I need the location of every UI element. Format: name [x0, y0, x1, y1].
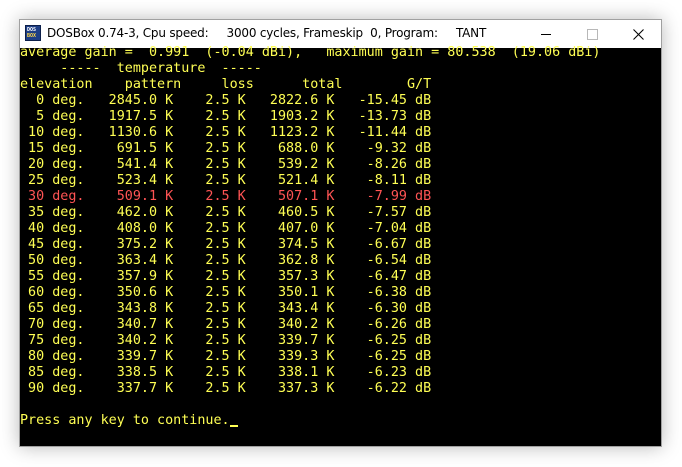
- close-icon: [633, 29, 644, 40]
- table-row: 35 deg. 462.0 K 2.5 K 460.5 K -7.57 dB: [20, 205, 432, 220]
- maximize-button[interactable]: [569, 20, 615, 48]
- close-button[interactable]: [615, 20, 661, 48]
- table-row: 60 deg. 350.6 K 2.5 K 350.1 K -6.38 dB: [20, 285, 432, 300]
- dosbox-window[interactable]: DOS BOX DOSBox 0.74-3, Cpu speed: 3000 c…: [19, 19, 662, 447]
- table-row: 55 deg. 357.9 K 2.5 K 357.3 K -6.47 dB: [20, 269, 432, 284]
- table-row: 25 deg. 523.4 K 2.5 K 521.4 K -8.11 dB: [20, 173, 432, 188]
- continue-prompt-line: Press any key to continue.: [20, 413, 238, 429]
- title-cycles: 3000 cycles, Frameskip 0, Program:: [226, 26, 439, 40]
- table-row: 5 deg. 1917.5 K 2.5 K 1903.2 K -13.73 dB: [20, 109, 432, 124]
- column-header: elevation pattern loss total G/T: [20, 77, 432, 92]
- dosbox-icon[interactable]: DOS BOX: [25, 25, 41, 41]
- table-row: 70 deg. 340.7 K 2.5 K 340.2 K -6.26 dB: [20, 317, 432, 332]
- table-row: 45 deg. 375.2 K 2.5 K 374.5 K -6.67 dB: [20, 237, 432, 252]
- table-row: 85 deg. 338.5 K 2.5 K 338.1 K -6.23 dB: [20, 365, 432, 380]
- minimize-button[interactable]: [523, 20, 569, 48]
- summary-line: average gain = 0.991 (-0.04 dBi), maximu…: [20, 45, 601, 60]
- title-bar[interactable]: DOS BOX DOSBox 0.74-3, Cpu speed: 3000 c…: [20, 20, 661, 48]
- table-row: 65 deg. 343.8 K 2.5 K 343.4 K -6.30 dB: [20, 301, 432, 316]
- title-program: TANT: [455, 26, 487, 40]
- table-row: 80 deg. 339.7 K 2.5 K 339.3 K -6.25 dB: [20, 349, 432, 364]
- table-row: 10 deg. 1130.6 K 2.5 K 1123.2 K -11.44 d…: [20, 125, 432, 140]
- table-row: 0 deg. 2845.0 K 2.5 K 2822.6 K -15.45 dB: [20, 93, 432, 108]
- title-app-name: DOSBox 0.74-3, Cpu speed:: [47, 26, 209, 40]
- continue-prompt: Press any key to continue.: [20, 413, 230, 428]
- table-row: 50 deg. 363.4 K 2.5 K 362.8 K -6.54 dB: [20, 253, 432, 268]
- maximize-icon: [587, 29, 598, 40]
- table-row: 40 deg. 408.0 K 2.5 K 407.0 K -7.04 dB: [20, 221, 432, 236]
- window-title: DOSBox 0.74-3, Cpu speed: 3000 cycles, F…: [47, 26, 486, 40]
- table-row: 90 deg. 337.7 K 2.5 K 337.3 K -6.22 dB: [20, 381, 432, 396]
- dosbox-icon-bottom-text: BOX: [27, 33, 37, 39]
- table-row: 20 deg. 541.4 K 2.5 K 539.2 K -8.26 dB: [20, 157, 432, 172]
- text-cursor: [229, 425, 238, 427]
- temperature-group-header: ----- temperature -----: [20, 61, 262, 76]
- table-row: 75 deg. 340.2 K 2.5 K 339.7 K -6.25 dB: [20, 333, 432, 348]
- dos-console-screen[interactable]: average gain = 0.991 (-0.04 dBi), maximu…: [20, 45, 661, 446]
- table-row-highlighted: 30 deg. 509.1 K 2.5 K 507.1 K -7.99 dB: [20, 189, 432, 204]
- minimize-icon: [541, 34, 551, 35]
- table-row: 15 deg. 691.5 K 2.5 K 688.0 K -9.32 dB: [20, 141, 432, 156]
